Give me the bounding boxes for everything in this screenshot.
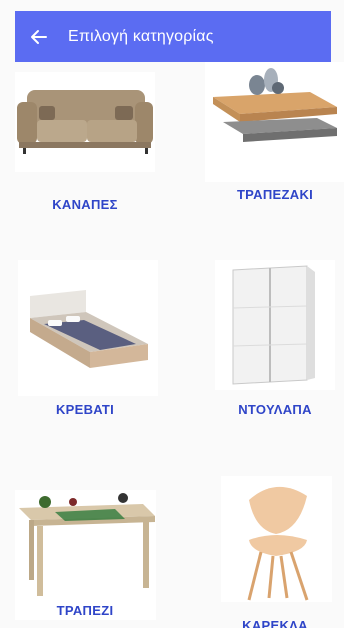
category-grid: ΚΑΝΑΠΕΣ ΤΡΑΠΕΖΑΚΙ ΚΡΕΒΑΤΙ ΝΤΟΥΛΑΠΑ ΤΡΑΠΕ… bbox=[0, 62, 344, 628]
category-card-wardrobe[interactable]: ΝΤΟΥΛΑΠΑ bbox=[205, 260, 344, 430]
arrow-back-icon[interactable] bbox=[27, 25, 51, 49]
chair-image bbox=[221, 476, 332, 602]
category-card-chair[interactable]: ΚΑΡΕΚΛΑ bbox=[205, 476, 344, 628]
category-card-dining-table[interactable]: ΤΡΑΠΕΖΙ bbox=[15, 490, 165, 628]
category-label: ΚΑΡΕΚΛΑ bbox=[242, 618, 308, 628]
category-card-coffee-table[interactable]: ΤΡΑΠΕΖΑΚΙ bbox=[205, 62, 344, 232]
app-bar: Επιλογή κατηγορίας bbox=[15, 11, 331, 62]
category-label: ΝΤΟΥΛΑΠΑ bbox=[238, 402, 312, 417]
category-card-bed[interactable]: ΚΡΕΒΑΤΙ bbox=[15, 260, 165, 430]
coffee-table-image bbox=[205, 62, 344, 182]
category-label: ΚΡΕΒΑΤΙ bbox=[55, 402, 115, 417]
wardrobe-image bbox=[215, 260, 335, 390]
category-card-sofa[interactable]: ΚΑΝΑΠΕΣ bbox=[15, 72, 165, 222]
dining-table-image bbox=[15, 490, 156, 620]
sofa-image bbox=[15, 72, 155, 172]
category-label: ΚΑΝΑΠΕΣ bbox=[52, 197, 118, 212]
category-label: ΤΡΑΠΕΖΑΚΙ bbox=[236, 187, 314, 202]
category-label: ΤΡΑΠΕΖΙ bbox=[56, 603, 114, 618]
bed-image bbox=[18, 260, 158, 396]
page-title: Επιλογή κατηγορίας bbox=[68, 27, 214, 45]
